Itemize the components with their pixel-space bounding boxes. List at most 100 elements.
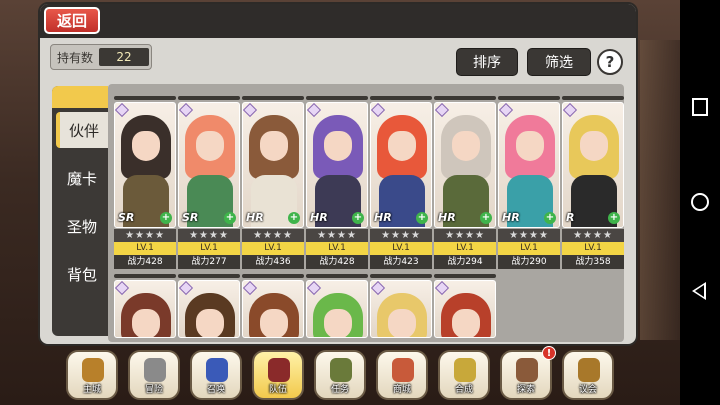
tab-magic-cards[interactable]: 魔卡 (56, 160, 108, 196)
tab-accent (52, 86, 108, 108)
portrait-face (196, 131, 224, 161)
portrait-face (132, 131, 160, 161)
card-top-bar (370, 96, 432, 100)
partner-portrait: HR + (370, 102, 432, 228)
nav-item-6[interactable]: 合成 (438, 350, 490, 400)
rarity-label: R (566, 211, 575, 224)
tab-backpack[interactable]: 背包 (56, 256, 108, 292)
power-label: 战力423 (370, 255, 432, 269)
portrait-face (516, 131, 544, 161)
power-label: 战力358 (562, 255, 624, 269)
nav-item-3[interactable]: 队伍 (252, 350, 304, 400)
upgrade-plus-icon: + (224, 212, 236, 224)
bottom-navigation: 主城 冒险 召唤 队伍 任务 商城 合成 探索 ! 议会 (60, 346, 620, 402)
power-label: 战力428 (306, 255, 368, 269)
partner-portrait (178, 280, 240, 338)
tab-partners[interactable]: 伙伴 (56, 112, 108, 148)
rarity-label: SR (118, 211, 135, 224)
portrait-face (324, 131, 352, 161)
partner-card[interactable]: HR + ★★★★ LV.1 战力423 (370, 96, 432, 278)
owned-label: 持有数 (57, 50, 94, 65)
card-top-bar (178, 274, 240, 278)
back-icon[interactable] (692, 282, 706, 300)
partner-card[interactable] (242, 274, 304, 338)
level-label: LV.1 (434, 242, 496, 255)
element-gem-icon (179, 103, 194, 118)
portrait-face (324, 309, 352, 337)
summon-cards-icon (206, 358, 228, 382)
partner-portrait (434, 280, 496, 338)
recent-apps-icon[interactable] (692, 98, 708, 116)
castle-icon (82, 358, 104, 382)
level-label: LV.1 (178, 242, 240, 255)
partner-portrait: SR + (114, 102, 176, 228)
partner-card[interactable]: SR + ★★★★ LV.1 战力428 (114, 96, 176, 278)
card-top-bar (306, 96, 368, 100)
portrait-face (452, 131, 480, 161)
power-label: 战力277 (178, 255, 240, 269)
nav-label: 冒险 (144, 385, 163, 395)
card-top-bar (434, 96, 496, 100)
help-button[interactable]: ? (597, 49, 623, 75)
portrait-face (388, 309, 416, 337)
partner-card[interactable] (306, 274, 368, 338)
partner-portrait: R + (562, 102, 624, 228)
nav-item-4[interactable]: 任务 (314, 350, 366, 400)
element-gem-icon (115, 281, 130, 296)
rarity-label: SR (182, 211, 199, 224)
element-gem-icon (115, 103, 130, 118)
element-gem-icon (307, 281, 322, 296)
nav-item-0[interactable]: 主城 (66, 350, 118, 400)
partner-card[interactable]: SR + ★★★★ LV.1 战力277 (178, 96, 240, 278)
partner-card[interactable] (178, 274, 240, 338)
back-button[interactable]: 返回 (44, 7, 100, 34)
crossed-swords-icon (144, 358, 166, 382)
tab-relics[interactable]: 圣物 (56, 208, 108, 244)
portrait-face (388, 131, 416, 161)
element-gem-icon (435, 103, 450, 118)
rarity-label: HR (438, 211, 456, 224)
element-gem-icon (435, 281, 450, 296)
card-top-bar (114, 96, 176, 100)
nav-label: 合成 (454, 385, 473, 395)
level-label: LV.1 (242, 242, 304, 255)
star-rating: ★★★★ (562, 229, 624, 242)
power-label: 战力290 (498, 255, 560, 269)
partner-grid: SR + ★★★★ LV.1 战力428 SR + ★★★★ LV.1 战力27… (108, 84, 624, 342)
partner-card[interactable]: HR + ★★★★ LV.1 战力290 (498, 96, 560, 278)
card-top-bar (242, 274, 304, 278)
partner-card[interactable] (114, 274, 176, 338)
owned-count-value: 22 (99, 48, 150, 66)
nav-item-7[interactable]: 探索 ! (500, 346, 556, 400)
nav-item-8[interactable]: 议会 (562, 350, 614, 400)
partner-card[interactable]: R + ★★★★ LV.1 战力358 (562, 96, 624, 278)
nav-item-1[interactable]: 冒险 (128, 350, 180, 400)
nav-label: 商城 (392, 385, 411, 395)
portrait-face (260, 309, 288, 337)
filter-button[interactable]: 筛选 (527, 48, 591, 76)
partner-card[interactable]: HR + ★★★★ LV.1 战力436 (242, 96, 304, 278)
element-gem-icon (179, 281, 194, 296)
rarity-label: HR (502, 211, 520, 224)
sort-button[interactable]: 排序 (456, 48, 518, 76)
partner-portrait (242, 280, 304, 338)
partner-card[interactable]: HR + ★★★★ LV.1 战力294 (434, 96, 496, 278)
card-top-bar (370, 274, 432, 278)
partner-portrait: SR + (178, 102, 240, 228)
power-label: 战力428 (114, 255, 176, 269)
partner-portrait (370, 280, 432, 338)
nav-item-5[interactable]: 商城 (376, 350, 428, 400)
power-label: 战力294 (434, 255, 496, 269)
system-nav-bar (680, 0, 720, 405)
portrait-face (580, 131, 608, 161)
home-icon[interactable] (691, 193, 709, 211)
star-rating: ★★★★ (242, 229, 304, 242)
nav-item-2[interactable]: 召唤 (190, 350, 242, 400)
star-rating: ★★★★ (498, 229, 560, 242)
element-gem-icon (307, 103, 322, 118)
star-rating: ★★★★ (434, 229, 496, 242)
partner-card[interactable] (370, 274, 432, 338)
partner-portrait: HR + (242, 102, 304, 228)
partner-card[interactable]: HR + ★★★★ LV.1 战力428 (306, 96, 368, 278)
partner-card[interactable] (434, 274, 496, 338)
